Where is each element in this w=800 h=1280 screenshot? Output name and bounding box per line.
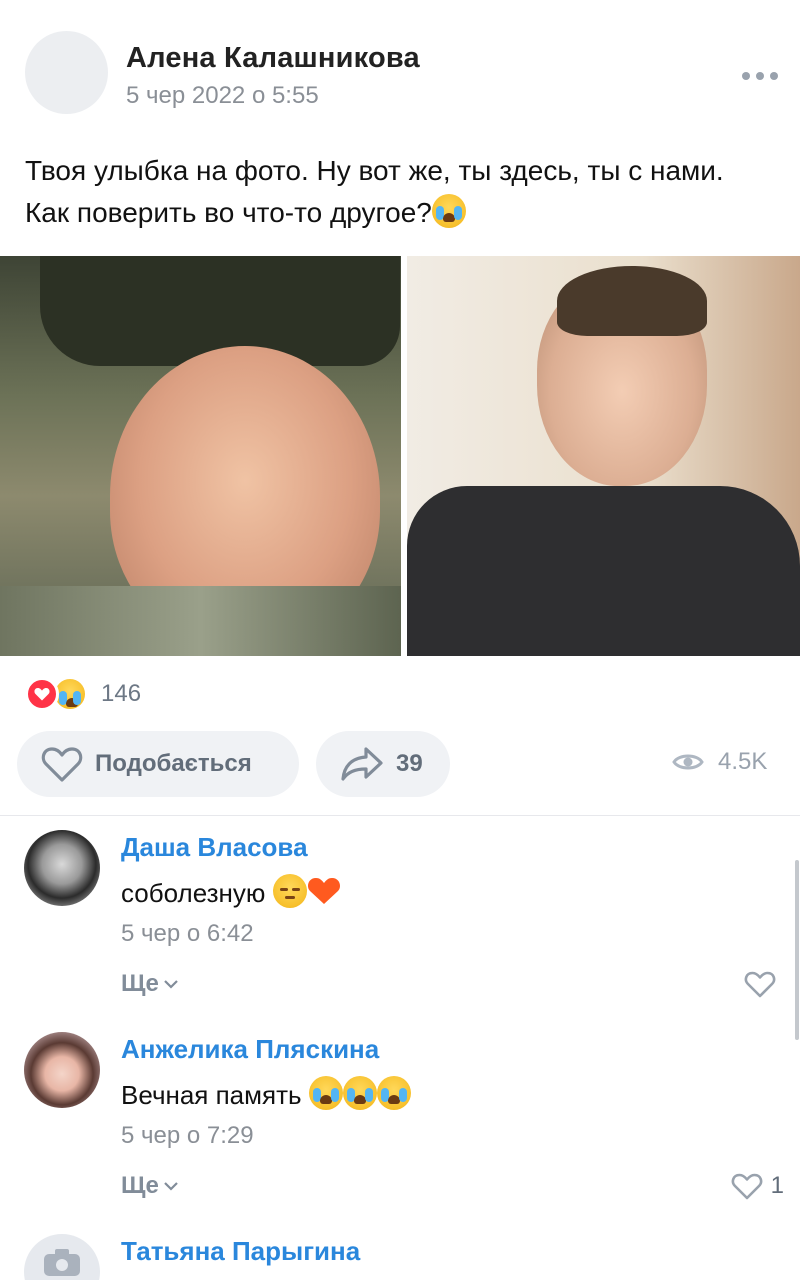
comment-date: 5 чер о 6:42	[121, 920, 254, 947]
comment-item: Анжелика Пляскина Вечная память 5 чер о …	[0, 1032, 800, 1222]
heart-outline-icon	[41, 747, 83, 782]
reactions-summary[interactable]: 146	[25, 676, 141, 712]
commenter-name[interactable]: Татьяна Парыгина	[121, 1236, 360, 1267]
share-arrow-icon	[341, 747, 383, 781]
views-counter: 4.5K	[672, 748, 767, 776]
commenter-name[interactable]: Даша Власова	[121, 832, 308, 863]
chevron-down-icon	[164, 1182, 178, 1191]
post-date[interactable]: 5 чер 2022 о 5:55	[126, 82, 319, 110]
loudly-crying-face-icon	[376, 1076, 411, 1110]
post-text-body: Твоя улыбка на фото. Ну вот же, ты здесь…	[25, 155, 724, 228]
loudly-crying-face-icon	[431, 194, 466, 228]
chevron-down-icon	[164, 980, 178, 989]
comment-more-button[interactable]: Ще	[121, 1172, 179, 1200]
like-button[interactable]: Подобається	[17, 731, 299, 797]
eye-icon	[672, 754, 704, 770]
comment-date: 5 чер о 7:29	[121, 1122, 254, 1149]
author-avatar[interactable]	[25, 31, 108, 114]
post-header: Алена Калашникова 5 чер 2022 о 5:55	[0, 0, 800, 130]
like-button-label: Подобається	[95, 750, 252, 777]
share-button[interactable]: 39	[316, 731, 450, 797]
comment-like-button[interactable]	[744, 970, 784, 998]
commenter-name[interactable]: Анжелика Пляскина	[121, 1034, 379, 1065]
post-text: Твоя улыбка на фото. Ну вот же, ты здесь…	[25, 150, 765, 234]
comment-more-button[interactable]: Ще	[121, 970, 179, 998]
reactions-count: 146	[101, 680, 142, 707]
red-heart-icon	[25, 677, 59, 711]
comment-text: соболезную	[121, 874, 341, 909]
post-photo-1[interactable]	[0, 256, 401, 656]
post-author[interactable]: Алена Калашникова	[126, 42, 420, 75]
commenter-avatar[interactable]	[24, 1234, 100, 1280]
loudly-crying-face-icon	[342, 1076, 377, 1110]
comments-divider	[0, 815, 800, 816]
heart-outline-icon	[731, 1173, 762, 1200]
commenter-avatar[interactable]	[24, 1032, 100, 1108]
pensive-face-icon	[272, 874, 307, 908]
comment-like-button[interactable]: 1	[731, 1172, 784, 1200]
post-photo-2[interactable]	[407, 256, 800, 656]
more-options-icon[interactable]	[742, 70, 778, 82]
camera-icon	[44, 1249, 80, 1276]
loudly-crying-face-icon	[308, 1076, 343, 1110]
scrollbar[interactable]	[795, 860, 799, 1040]
heart-outline-icon	[744, 971, 776, 998]
commenter-avatar[interactable]	[24, 830, 100, 906]
views-count: 4.5K	[718, 748, 768, 775]
orange-heart-icon	[307, 878, 340, 904]
comment-text: Вечная память	[121, 1076, 411, 1111]
comment-item: Татьяна Парыгина	[0, 1234, 800, 1280]
share-count: 39	[396, 750, 423, 777]
comment-item: Даша Власова соболезную 5 чер о 6:42 Ще	[0, 830, 800, 1020]
